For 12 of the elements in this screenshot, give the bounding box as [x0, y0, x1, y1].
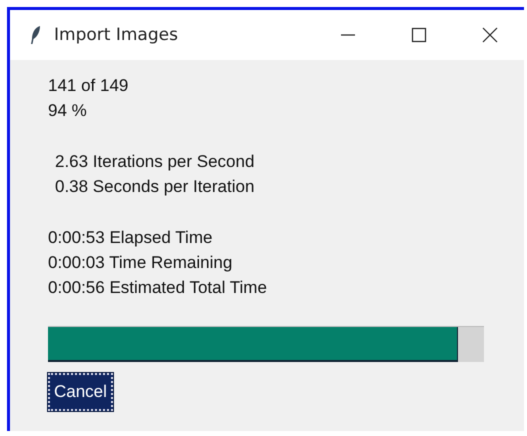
time-text: 0:00:53 Elapsed Time	[48, 227, 214, 249]
window-title: Import Images	[54, 25, 178, 45]
rate-text: 0.38 Seconds per Iteration	[55, 176, 256, 198]
close-icon[interactable]	[482, 27, 498, 43]
cancel-button[interactable]: Cancel	[48, 373, 113, 411]
progress-text: 141 of 149	[48, 75, 130, 97]
time-text: 0:00:56 Estimated Total Time	[48, 277, 268, 299]
feather-icon	[30, 25, 42, 45]
time-text: 0:00:03 Time Remaining	[48, 252, 234, 274]
progress-text: 94 %	[48, 100, 88, 122]
rate-text: 2.63 Iterations per Second	[55, 151, 256, 173]
maximize-icon[interactable]	[411, 27, 427, 43]
